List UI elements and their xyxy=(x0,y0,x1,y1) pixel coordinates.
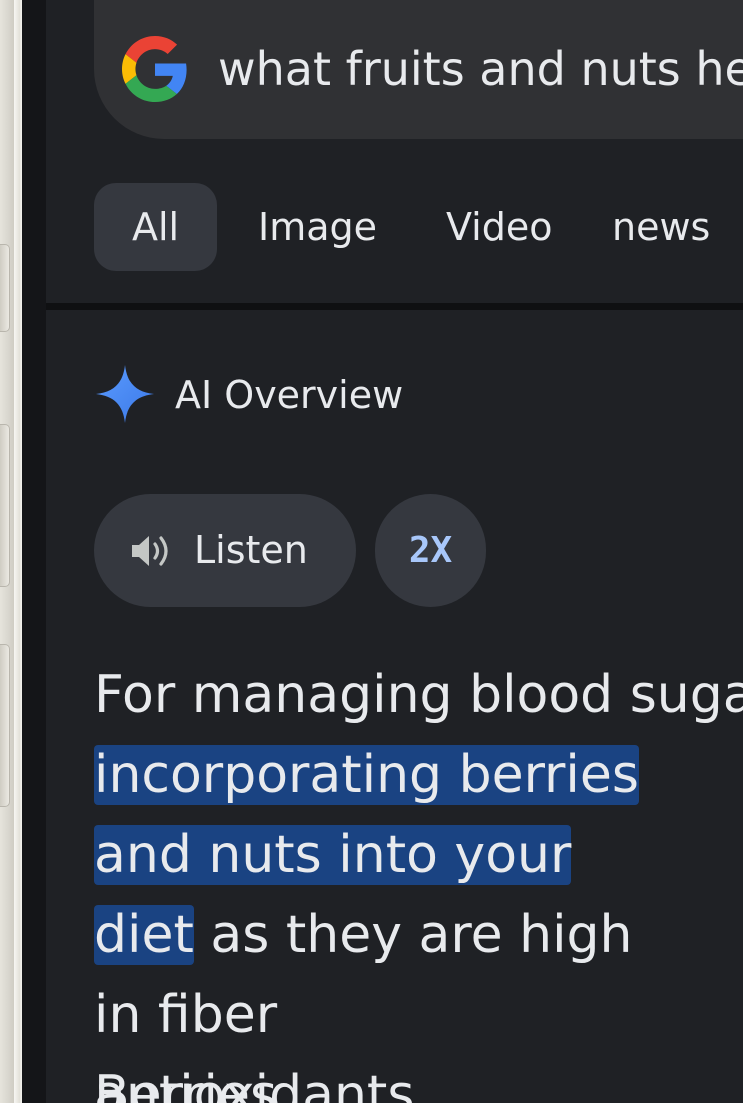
search-header: what fruits and nuts help All Image Vide… xyxy=(46,0,743,303)
ai-overview-paragraph: For managing blood sugar incorporating b… xyxy=(94,655,743,1103)
playback-speed-button[interactable]: 2X xyxy=(375,494,486,607)
tab-news[interactable]: news xyxy=(612,183,710,271)
phone-screen: what fruits and nuts help All Image Vide… xyxy=(46,0,743,1103)
paragraph-line-1: For managing blood sugar xyxy=(94,665,743,725)
power-button xyxy=(0,644,10,807)
listen-button[interactable]: Listen xyxy=(94,494,356,607)
search-query-text[interactable]: what fruits and nuts help xyxy=(218,38,743,100)
volume-down-button xyxy=(0,424,10,587)
section-heading-berries: Berries xyxy=(94,1065,278,1103)
tab-image[interactable]: Image xyxy=(258,183,377,271)
search-bar[interactable]: what fruits and nuts help xyxy=(94,0,743,139)
sparkle-icon xyxy=(96,365,154,423)
header-divider xyxy=(46,303,743,310)
phone-bezel-highlight xyxy=(14,0,20,1103)
paragraph-highlight: incorporating berries and nuts into your… xyxy=(94,735,654,1055)
tab-video[interactable]: Video xyxy=(446,183,552,271)
listen-label: Listen xyxy=(194,528,308,572)
tab-all[interactable]: All xyxy=(94,183,218,271)
google-g-icon xyxy=(122,36,187,102)
volume-up-button xyxy=(0,244,10,332)
ai-overview-section: AI Overview Listen 2X For managing blood… xyxy=(46,310,743,1103)
phone-frame xyxy=(22,0,46,1103)
ai-overview-title: AI Overview xyxy=(175,373,404,417)
speaker-icon xyxy=(132,536,168,566)
